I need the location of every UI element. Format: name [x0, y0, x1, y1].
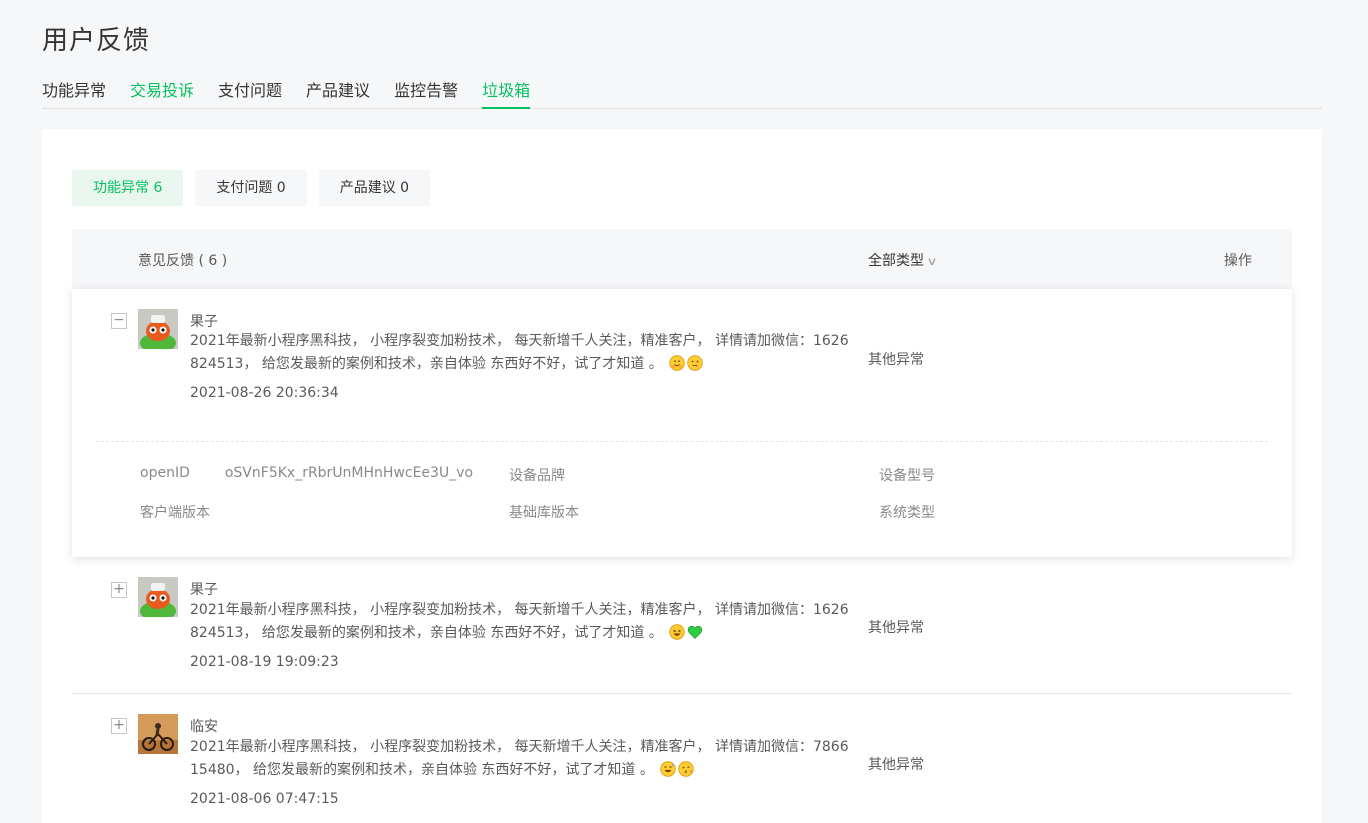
- green-heart-emoji-icon: [687, 624, 703, 648]
- sweat-smile-emoji-icon: [660, 761, 677, 785]
- detail-openid: openID oSVnF5Kx_rRbrUnMHnHwcEe3U_vo: [140, 465, 473, 481]
- sub-tabs: 功能异常 6 支付问题 0 产品建议 0: [72, 170, 442, 206]
- feedback-time: 2021-08-26 20:36:34: [190, 385, 339, 401]
- main-tabs: 功能异常 交易投诉 支付问题 产品建议 监控告警 垃圾箱: [42, 78, 1322, 109]
- tab-trade-complaint[interactable]: 交易投诉: [130, 78, 194, 109]
- tab-payment-issue[interactable]: 支付问题: [218, 78, 282, 109]
- collapse-toggle[interactable]: −: [111, 313, 127, 329]
- avatar: [138, 714, 178, 754]
- feedback-text: 2021年最新小程序黑科技， 小程序裂变加粉技术， 每天新增千人关注，精准客户，…: [190, 739, 849, 778]
- feedback-text: 2021年最新小程序黑科技， 小程序裂变加粉技术， 每天新增千人关注，精准客户，…: [190, 602, 849, 641]
- kiss-wink-emoji-icon: [678, 761, 695, 785]
- avatar: [138, 309, 178, 349]
- subtab-payment-issue[interactable]: 支付问题 0: [195, 170, 307, 206]
- user-name: 果子: [190, 314, 218, 330]
- openid-value: oSVnF5Kx_rRbrUnMHnHwcEe3U_vo: [224, 465, 474, 481]
- detail-device-brand: 设备品牌: [509, 468, 565, 484]
- feedback-content: 2021年最新小程序黑科技， 小程序裂变加粉技术， 每天新增千人关注，精准客户，…: [190, 599, 854, 648]
- user-name: 临安: [190, 719, 218, 735]
- table-row: + 临安 2021年最新小程序黑科技， 小程序裂变加粉技术， 每天新增千人关注，…: [72, 694, 1292, 823]
- openid-label: openID: [140, 465, 190, 481]
- tab-trash[interactable]: 垃圾箱: [482, 78, 531, 109]
- table-header: 意见反馈 ( 6 ) 全部类型 ∨ 操作: [72, 229, 1292, 289]
- hug-emoji-icon: [669, 355, 685, 379]
- column-feedback: 意见反馈 ( 6 ): [138, 253, 228, 269]
- feedback-time: 2021-08-06 07:47:15: [190, 791, 339, 807]
- column-operation: 操作: [1224, 253, 1252, 269]
- page-title: 用户反馈: [42, 26, 151, 56]
- feedback-time: 2021-08-19 19:09:23: [190, 654, 339, 670]
- feedback-type: 其他异常: [868, 352, 924, 368]
- detail-divider: [96, 441, 1268, 442]
- subtab-product-suggestion[interactable]: 产品建议 0: [318, 170, 431, 206]
- chevron-down-icon: ∨: [926, 255, 938, 268]
- detail-os-type: 系统类型: [879, 505, 935, 521]
- expand-toggle[interactable]: +: [111, 582, 127, 598]
- detail-lib-version: 基础库版本: [509, 505, 579, 521]
- feedback-content: 2021年最新小程序黑科技， 小程序裂变加粉技术， 每天新增千人关注，精准客户，…: [190, 330, 854, 379]
- feedback-content: 2021年最新小程序黑科技， 小程序裂变加粉技术， 每天新增千人关注，精准客户，…: [190, 736, 854, 785]
- user-name: 果子: [190, 582, 218, 598]
- tab-monitor-alert[interactable]: 监控告警: [394, 78, 458, 109]
- content-card: 功能异常 6 支付问题 0 产品建议 0 意见反馈 ( 6 ) 全部类型 ∨ 操作…: [42, 129, 1322, 823]
- detail-client-version: 客户端版本: [140, 505, 210, 521]
- feedback-text: 2021年最新小程序黑科技， 小程序裂变加粉技术， 每天新增千人关注，精准客户，…: [190, 333, 849, 372]
- type-filter-label: 全部类型: [868, 253, 924, 269]
- detail-device-model: 设备型号: [879, 468, 935, 484]
- expand-toggle[interactable]: +: [111, 718, 127, 734]
- confused-emoji-icon: [687, 355, 703, 379]
- table-row: + 果子 2021年最新小程序黑科技， 小程序裂变加粉技术， 每天新增千人关注，…: [72, 557, 1292, 694]
- table-row: − 果子 2021年最新小程序黑科技， 小程序裂变加粉技术， 每天新增千人关注，…: [72, 289, 1292, 557]
- tab-product-suggestion[interactable]: 产品建议: [306, 78, 370, 109]
- grin-emoji-icon: [669, 624, 685, 648]
- type-filter-dropdown[interactable]: 全部类型 ∨: [868, 250, 938, 270]
- subtab-function-error[interactable]: 功能异常 6: [72, 170, 184, 206]
- avatar: [138, 577, 178, 617]
- tab-function-error[interactable]: 功能异常: [42, 78, 106, 109]
- feedback-type: 其他异常: [868, 757, 924, 773]
- feedback-type: 其他异常: [868, 620, 924, 636]
